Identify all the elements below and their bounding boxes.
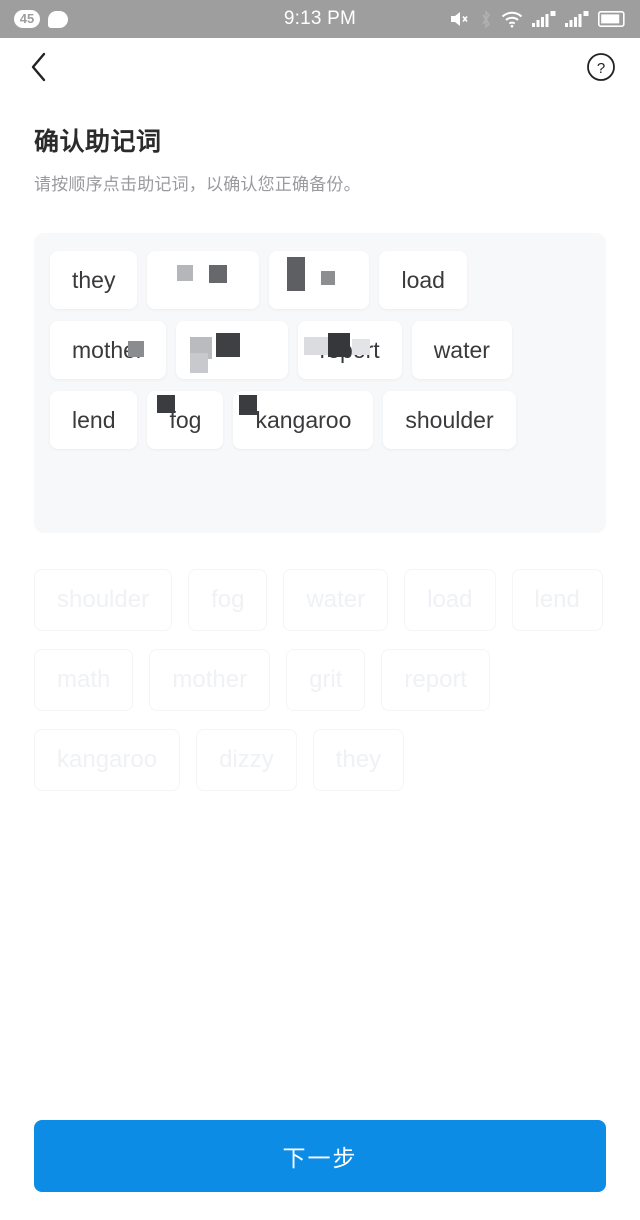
- mute-icon: [449, 10, 471, 28]
- selected-word-chip[interactable]: report: [297, 321, 402, 379]
- bluetooth-icon: [480, 9, 492, 29]
- word-bank-label: shoulder: [57, 586, 150, 613]
- back-button[interactable]: [22, 52, 56, 86]
- wifi-icon: [501, 11, 523, 28]
- selected-words-panel: they load mother report water lend fog kangaroo…: [34, 233, 606, 533]
- word-bank-label: grit: [309, 666, 343, 693]
- word-bank-chip[interactable]: water: [283, 569, 389, 631]
- selected-word-chip-censored[interactable]: [269, 251, 370, 309]
- selected-word-chip[interactable]: load: [379, 251, 467, 309]
- word-bank-chip[interactable]: math: [34, 649, 134, 711]
- status-bar: 45 9:13 PM: [0, 0, 640, 38]
- selected-word-label: kangaroo: [255, 406, 352, 433]
- status-bar-right: [449, 9, 626, 29]
- selected-word-label: they: [72, 266, 116, 293]
- selected-word-chip[interactable]: fog: [147, 391, 224, 449]
- header: 确认助记词 请按顺序点击助记词，以确认您正确备份。: [0, 100, 640, 195]
- selected-word-chip[interactable]: mother: [50, 321, 166, 379]
- censor-mosaic: [176, 321, 288, 379]
- word-bank-chip[interactable]: kangaroo: [34, 729, 181, 791]
- word-bank-label: report: [404, 666, 468, 693]
- word-bank-chip[interactable]: shoulder: [34, 569, 173, 631]
- selected-word-chip-censored[interactable]: [175, 321, 288, 379]
- word-bank-chip[interactable]: fog: [188, 569, 268, 631]
- censor-block: [215, 333, 240, 357]
- censor-mosaic: [269, 251, 369, 309]
- selected-word-chip[interactable]: kangaroo: [233, 391, 374, 449]
- word-bank-label: water: [306, 586, 366, 613]
- next-button[interactable]: 下一步: [34, 1120, 606, 1192]
- word-bank-label: mother: [172, 666, 248, 693]
- status-bar-left: 45: [14, 10, 68, 28]
- word-bank-chip[interactable]: lend: [511, 569, 603, 631]
- selected-word-label: fog: [169, 406, 202, 433]
- word-bank-label: load: [427, 586, 473, 613]
- selected-word-chip[interactable]: water: [411, 321, 512, 379]
- censor-mosaic: [147, 251, 259, 309]
- signal-icon-1: [532, 10, 556, 28]
- word-bank-label: dizzy: [219, 746, 274, 773]
- page-subtitle: 请按顺序点击助记词，以确认您正确备份。: [34, 175, 361, 194]
- battery-icon: [598, 11, 626, 27]
- word-bank-label: math: [57, 666, 111, 693]
- word-bank-label: lend: [534, 586, 580, 613]
- chat-bubble-icon: [48, 10, 68, 28]
- help-button[interactable]: ?: [584, 52, 618, 86]
- censor-block: [189, 337, 212, 359]
- word-bank-chip[interactable]: dizzy: [196, 729, 297, 791]
- signal-icon-2: [565, 10, 589, 28]
- svg-text:?: ?: [597, 60, 605, 77]
- censor-block: [177, 265, 194, 281]
- censor-block: [287, 257, 306, 291]
- word-bank-label: kangaroo: [57, 746, 158, 773]
- notification-badge: 45: [14, 10, 40, 28]
- word-bank-chip[interactable]: grit: [286, 649, 366, 711]
- selected-word-chip[interactable]: shoulder: [383, 391, 516, 449]
- censor-block: [321, 271, 336, 285]
- nav-bar: ?: [0, 38, 640, 100]
- word-bank: shoulder fog water load lend math mother grit re…: [34, 569, 606, 791]
- selected-word-label: lend: [72, 406, 116, 433]
- censor-block: [209, 265, 228, 283]
- word-bank-chip[interactable]: report: [381, 649, 491, 711]
- word-bank-chip[interactable]: mother: [149, 649, 271, 711]
- selected-word-chip[interactable]: lend: [50, 391, 138, 449]
- back-chevron-icon: [29, 51, 49, 88]
- word-bank-chip[interactable]: load: [404, 569, 496, 631]
- selected-word-label: load: [401, 266, 445, 293]
- selected-word-label: report: [319, 336, 380, 363]
- selected-word-chip-censored[interactable]: [147, 251, 260, 309]
- page-title: 确认助记词: [34, 128, 162, 156]
- word-bank-chip[interactable]: they: [312, 729, 405, 791]
- selected-word-label: water: [433, 336, 490, 363]
- selected-word-label: shoulder: [405, 406, 494, 433]
- word-bank-label: they: [335, 746, 382, 773]
- censor-block: [189, 353, 208, 373]
- word-bank-label: fog: [211, 586, 245, 613]
- selected-word-chip[interactable]: they: [50, 251, 138, 309]
- help-circle-icon: ?: [586, 52, 616, 87]
- selected-word-label: mother: [72, 336, 144, 363]
